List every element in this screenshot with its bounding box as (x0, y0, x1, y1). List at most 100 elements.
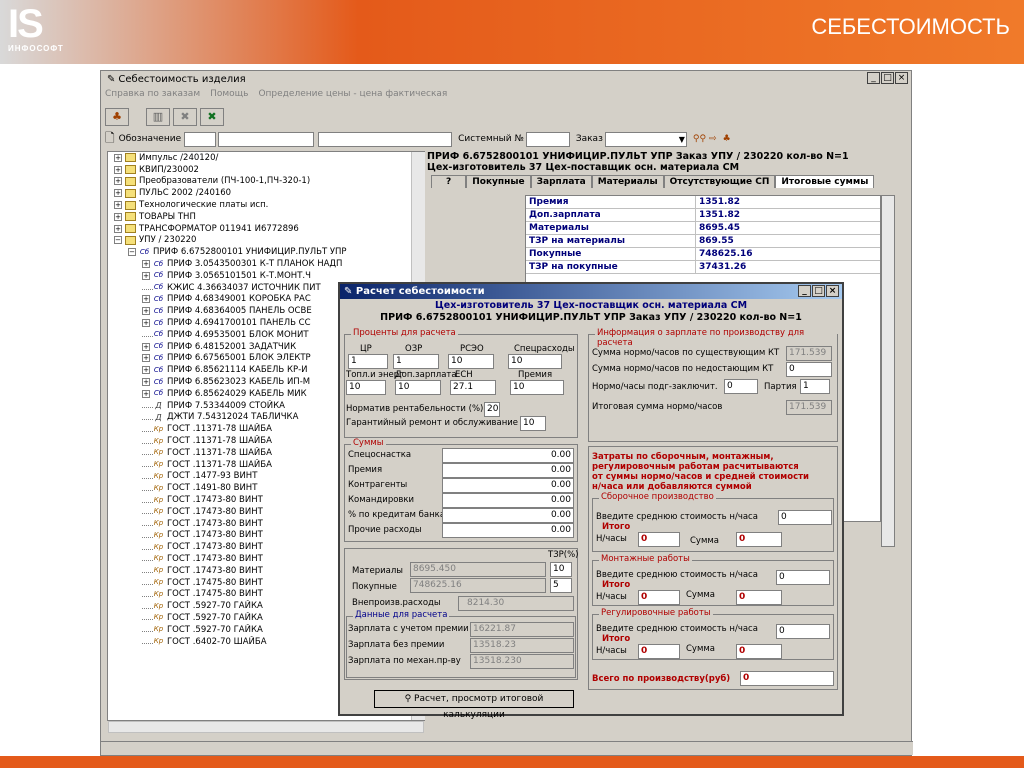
tree-node[interactable]: + Преобразователи (ПЧ-100-1,ПЧ-320-1) (108, 176, 424, 188)
assembly-icon: Сб (153, 377, 164, 386)
tab-missing[interactable]: Отсутствующие СП (663, 175, 776, 188)
tree-node[interactable]: + ТРАНСФОРМАТОР 011941 И6772896 (108, 223, 424, 235)
reg-avg-input[interactable]: 0 (776, 624, 830, 639)
mnt-nh-value[interactable]: 0 (638, 590, 680, 605)
sums-value[interactable]: 0.00 (442, 508, 574, 523)
excel-gray-icon[interactable]: ✖ (173, 108, 197, 126)
expand-toggle-icon[interactable]: + (142, 271, 150, 280)
calc-value: 13518.230 (470, 654, 574, 669)
totals-row-value: 1351.82 (699, 210, 740, 220)
rent-input[interactable]: 20 (484, 402, 500, 417)
dialog-minimize-button[interactable]: _ (798, 285, 811, 297)
expand-toggle-icon[interactable]: + (142, 342, 150, 351)
pct-input[interactable]: 10 (508, 354, 562, 369)
arrow-right-icon[interactable]: ⇨ (709, 134, 717, 144)
tree-node-label: ГОСТ .1477-93 ВИНТ (167, 471, 258, 482)
sums-value[interactable]: 0.00 (442, 463, 574, 478)
tree-icon[interactable]: ♣ (105, 108, 129, 126)
system-number-input[interactable] (525, 131, 570, 147)
expand-toggle-icon[interactable]: + (142, 295, 150, 304)
tree-node[interactable]: − УПУ / 230220 (108, 235, 424, 247)
tree-node[interactable]: + Сб ПРИФ 3.0565101501 К-Т.МОНТ.Ч (108, 270, 424, 282)
sums-value[interactable]: 0.00 (442, 493, 574, 508)
tree-hscrollbar[interactable] (108, 721, 424, 733)
totals-row-value: 869.55 (699, 236, 734, 246)
calc-view-button[interactable]: ⚲ Расчет, просмотр итоговой калькуляции (374, 690, 574, 720)
asm-avg-input[interactable]: 0 (778, 510, 832, 525)
grid-scrollbar[interactable] (881, 195, 895, 547)
pct-input[interactable]: 1 (393, 354, 439, 369)
expand-toggle-icon[interactable]: + (142, 378, 150, 387)
pct-input[interactable]: 27.1 (450, 380, 496, 395)
expand-toggle-icon[interactable]: + (142, 354, 150, 363)
party-value[interactable]: 1 (800, 379, 830, 394)
pct-input[interactable]: 10 (448, 354, 494, 369)
tab-purchased[interactable]: Покупные (466, 175, 531, 188)
tree-node[interactable]: + Технологические платы исп. (108, 199, 424, 211)
dialog-close-button[interactable]: × (826, 285, 839, 297)
tree-node[interactable]: + ТОВАРЫ ТНП (108, 211, 424, 223)
designation-input-3[interactable] (318, 131, 453, 147)
expand-toggle-icon[interactable]: + (114, 189, 122, 198)
party-label: Партия (764, 382, 797, 392)
asm-nh-value[interactable]: 0 (638, 532, 680, 547)
tree-node[interactable]: + Сб ПРИФ 3.0543500301 К-Т ПЛАНОК НАДП (108, 258, 424, 270)
warranty-input[interactable]: 10 (520, 416, 546, 431)
expand-toggle-icon[interactable]: + (114, 224, 122, 233)
excel-icon[interactable]: ✖ (200, 108, 224, 126)
info-value-2[interactable]: 0 (786, 362, 832, 377)
sums-value[interactable]: 0.00 (442, 478, 574, 493)
tree-line (142, 474, 153, 479)
tab-materials[interactable]: Материалы (591, 175, 664, 188)
sums-value[interactable]: 0.00 (442, 448, 574, 463)
pct-input[interactable]: 10 (510, 380, 564, 395)
expand-toggle-icon[interactable]: + (142, 366, 150, 375)
expand-toggle-icon[interactable]: + (114, 201, 122, 210)
reg-sum-value[interactable]: 0 (736, 644, 782, 659)
reg-nh-value[interactable]: 0 (638, 644, 680, 659)
menu-help[interactable]: Помощь (210, 89, 248, 99)
menu-orders[interactable]: Справка по заказам (105, 89, 200, 99)
designation-input-2[interactable] (218, 131, 315, 147)
pct-input[interactable]: 1 (348, 354, 388, 369)
tree-node[interactable]: + ПУЛЬС 2002 /240160 (108, 187, 424, 199)
expand-toggle-icon[interactable]: + (114, 153, 122, 162)
mat-tzr[interactable]: 5 (550, 578, 572, 593)
report-icon[interactable]: ▥ (146, 108, 170, 126)
mnt-sum-value[interactable]: 0 (736, 590, 782, 605)
expand-toggle-icon[interactable]: + (142, 307, 150, 316)
tree-node[interactable]: + Импульс /240120/ (108, 152, 424, 164)
maximize-button[interactable]: □ (881, 72, 894, 84)
mnt-avg-input[interactable]: 0 (776, 570, 830, 585)
designation-input-1[interactable] (184, 131, 217, 147)
tab-salary[interactable]: Зарплата (530, 175, 592, 188)
item-header-line2: Цех-изготовитель 37 Цех-поставщик осн. м… (427, 162, 740, 173)
expand-toggle-icon[interactable]: + (114, 177, 122, 186)
menu-price[interactable]: Определение цены - цена фактическая (258, 89, 447, 99)
tab-totals[interactable]: Итоговые суммы (775, 175, 875, 188)
dialog-maximize-button[interactable]: □ (812, 285, 825, 297)
tree-line (142, 592, 153, 597)
folder-icon (125, 224, 136, 234)
hierarchy-icon[interactable]: ♣ (723, 134, 731, 144)
expand-toggle-icon[interactable]: + (114, 212, 122, 221)
order-select[interactable]: ▼ (604, 131, 687, 147)
expand-toggle-icon[interactable]: + (142, 389, 150, 398)
tree-node[interactable]: − Сб ПРИФ 6.6752800101 УНИФИЦИР.ПУЛЬТ УПР (108, 246, 424, 258)
mat-tzr[interactable]: 10 (550, 562, 572, 577)
tab-question[interactable]: ? (431, 175, 467, 188)
expand-toggle-icon[interactable]: + (114, 165, 122, 174)
info-value-3[interactable]: 0 (724, 379, 758, 394)
minimize-button[interactable]: _ (867, 72, 880, 84)
pct-input[interactable]: 10 (395, 380, 441, 395)
close-button[interactable]: × (895, 72, 908, 84)
expand-toggle-icon[interactable]: − (114, 236, 122, 245)
expand-toggle-icon[interactable]: + (142, 319, 150, 328)
pct-input[interactable]: 10 (346, 380, 386, 395)
binoculars-icon[interactable]: ⚲⚲ (693, 134, 706, 144)
tree-node[interactable]: + КВИП/230002 (108, 164, 424, 176)
asm-sum-value[interactable]: 0 (736, 532, 782, 547)
sums-value[interactable]: 0.00 (442, 523, 574, 538)
expand-toggle-icon[interactable]: − (128, 248, 136, 257)
expand-toggle-icon[interactable]: + (142, 260, 150, 269)
